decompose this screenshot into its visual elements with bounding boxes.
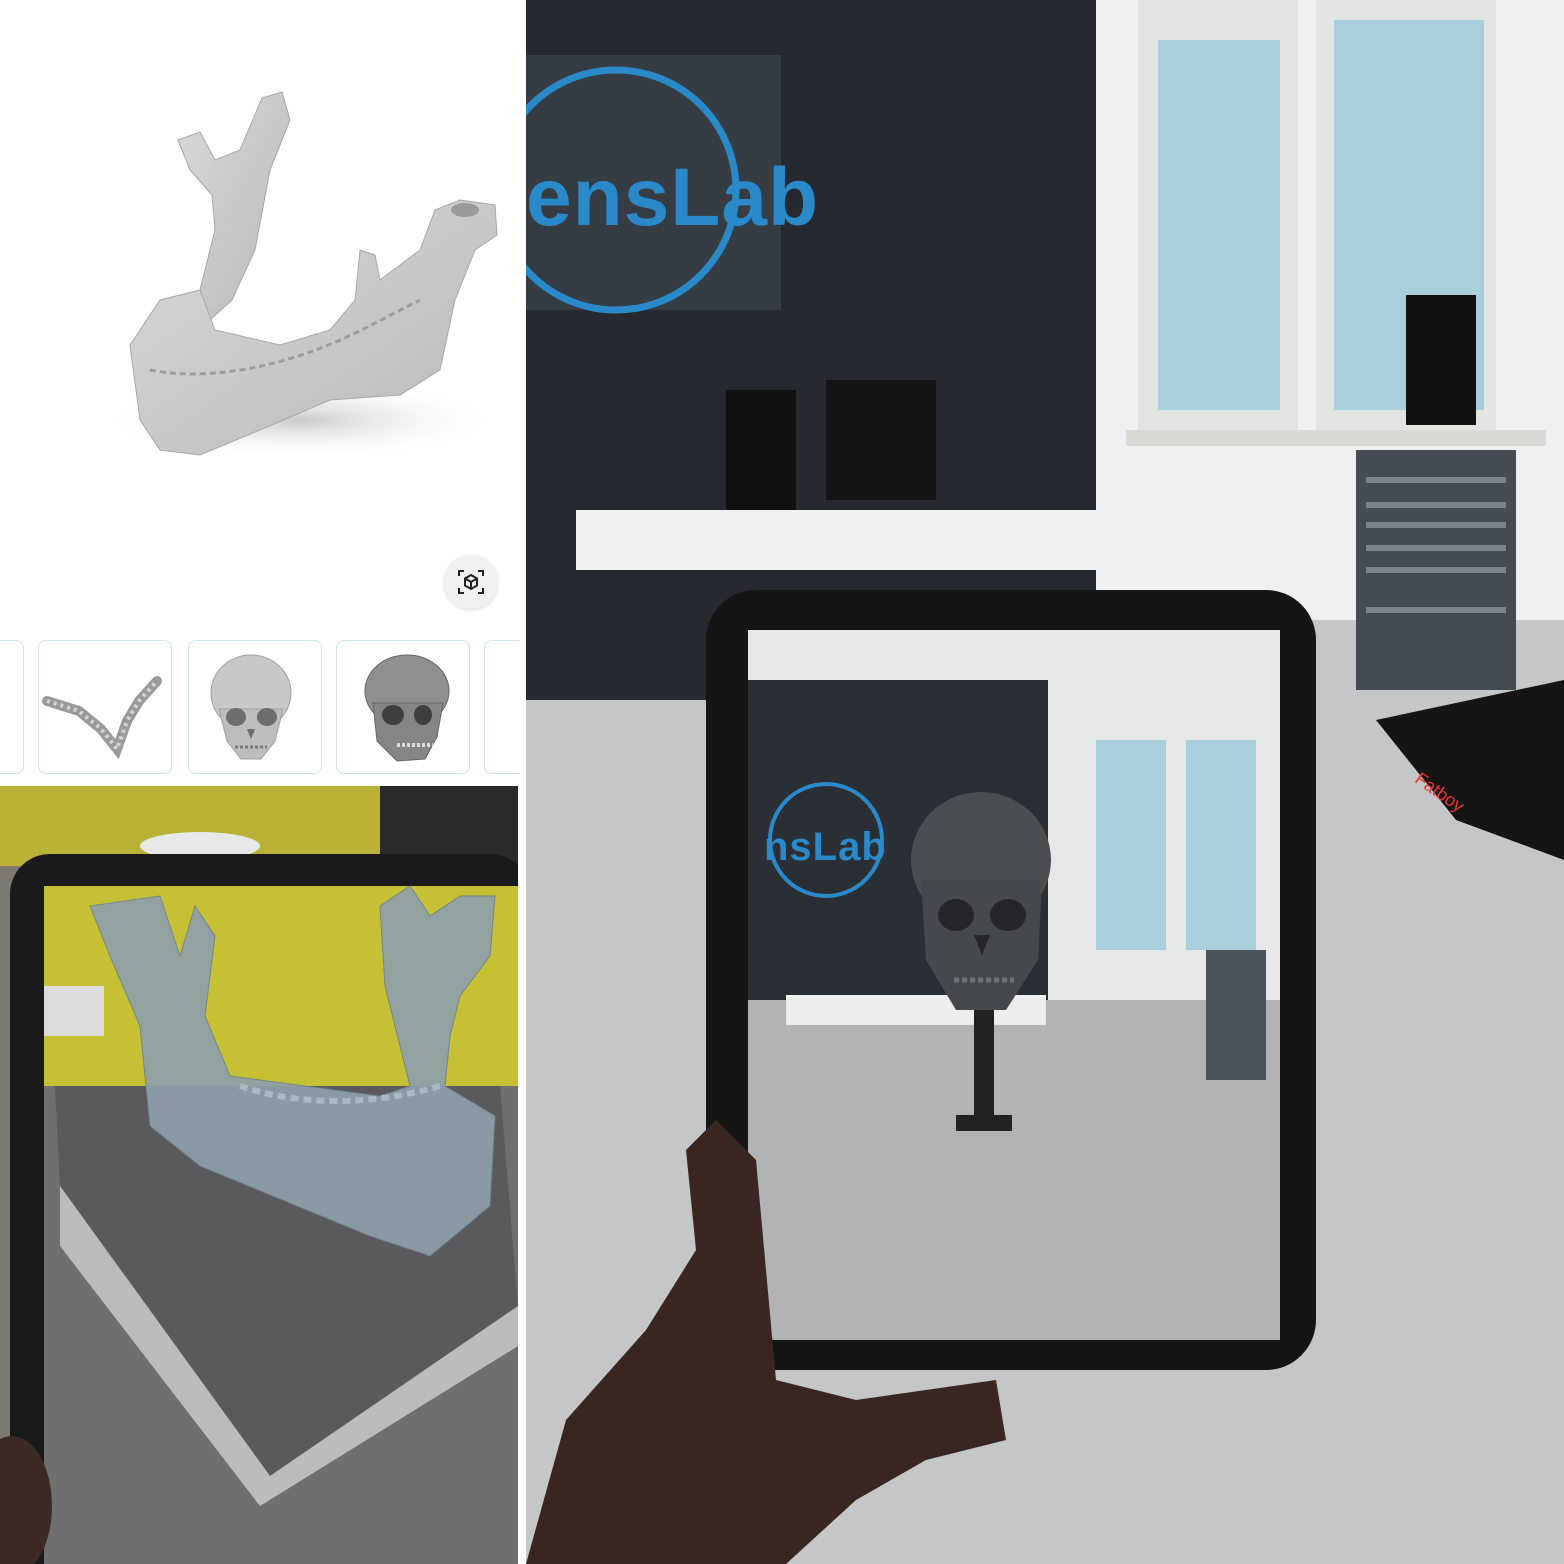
ar-skull-office-photo: ensLab Fatboy nsLab — [526, 0, 1564, 1564]
model-thumbnail-strip[interactable] — [0, 630, 520, 782]
teeth-arch-image — [42, 676, 162, 760]
view-in-ar-button[interactable] — [444, 555, 498, 609]
ar-mandible-photo — [0, 786, 518, 1564]
skull-dark-thumb[interactable] — [336, 640, 470, 774]
office-scene: ensLab Fatboy nsLab — [526, 0, 1564, 1564]
skull-front-image — [210, 654, 292, 760]
skull-dark-image — [364, 654, 450, 762]
ar-mandible-scene — [0, 786, 518, 1564]
teeth-arch-thumb[interactable] — [38, 640, 172, 774]
model-viewer[interactable] — [0, 0, 520, 630]
partial-model-thumb-2[interactable] — [484, 640, 520, 774]
ar-cube-icon — [458, 570, 484, 594]
skull-front-thumb[interactable] — [188, 640, 322, 774]
enslab-sign-text: ensLab — [526, 152, 819, 243]
mandible-model[interactable] — [0, 0, 520, 630]
partial-model-thumb[interactable] — [0, 640, 24, 774]
tablet-sign-text: nsLab — [764, 825, 887, 869]
